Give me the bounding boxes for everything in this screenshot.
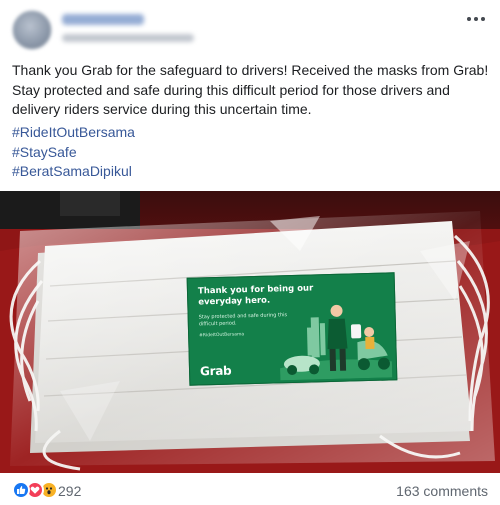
- grab-logo: Grab: [199, 363, 232, 379]
- reactions-bar: 292 163 comments: [0, 473, 500, 505]
- dot-icon: [481, 17, 485, 21]
- hashtag-link[interactable]: #StaySafe: [12, 143, 135, 163]
- hashtag-link[interactable]: #RideItOutBersama: [12, 123, 135, 143]
- card-hashtag: #RideItOutBersama: [199, 332, 245, 339]
- rider-illustration: [280, 304, 393, 381]
- post-text: Thank you Grab for the safeguard to driv…: [12, 62, 489, 117]
- reaction-count[interactable]: 292: [58, 483, 81, 499]
- dot-icon: [467, 17, 471, 21]
- thank-you-card: Thank you for being our everyday hero. S…: [186, 272, 398, 386]
- post-header: [0, 0, 500, 60]
- avatar[interactable]: [12, 10, 52, 50]
- author-name-blurred[interactable]: [62, 14, 144, 25]
- post-photo[interactable]: Thank you for being our everyday hero. S…: [0, 191, 500, 473]
- more-options-button[interactable]: [466, 12, 486, 26]
- dot-icon: [474, 17, 478, 21]
- hashtag-list: #RideItOutBersama #StaySafe #BeratSamaDi…: [12, 123, 135, 182]
- comments-count[interactable]: 163 comments: [396, 483, 488, 499]
- post-meta-blurred[interactable]: [62, 34, 194, 42]
- hashtag-link[interactable]: #BeratSamaDipikul: [12, 162, 135, 182]
- like-icon: [12, 481, 30, 499]
